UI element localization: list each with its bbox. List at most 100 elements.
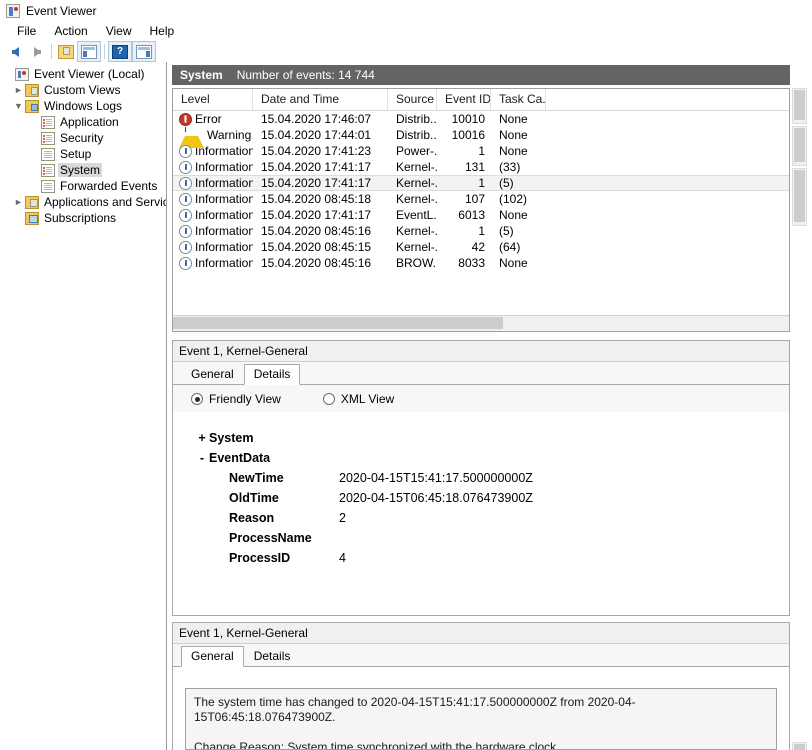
properties-button[interactable]	[77, 41, 101, 62]
menu-item-file[interactable]: File	[8, 22, 45, 40]
tree-item-custom-views[interactable]: ► Custom Views	[0, 82, 166, 98]
subscriptions-icon	[25, 212, 39, 225]
tree-item-event-viewer-local[interactable]: Event Viewer (Local)	[0, 66, 166, 82]
column-header-level[interactable]: Level	[173, 89, 253, 110]
log-plain-icon	[41, 180, 55, 193]
details-tab-strip: General Details	[173, 362, 789, 385]
tree-item-setup[interactable]: Setup	[0, 146, 166, 162]
table-row[interactable]: Information 15.04.2020 08:45:15 Kernel-.…	[173, 239, 789, 255]
scrollbar-thumb[interactable]	[173, 317, 503, 329]
cell-source: Power-...	[388, 144, 437, 158]
forward-button[interactable]	[26, 42, 48, 61]
menu-item-action[interactable]: Action	[45, 22, 96, 40]
scrollbar-thumb[interactable]	[794, 90, 805, 120]
view-mode-row: Friendly View XML View	[173, 385, 789, 414]
information-icon	[179, 177, 192, 190]
event-viewer-icon	[6, 4, 20, 18]
details-key: System	[209, 431, 253, 445]
friendly-view-radio[interactable]: Friendly View	[191, 392, 281, 406]
column-header-task-category[interactable]: Task Ca...	[491, 89, 546, 110]
tree-item-security[interactable]: Security	[0, 130, 166, 146]
main-split: Event Viewer (Local) ► Custom Views ▼ Wi…	[0, 62, 812, 750]
bottom-vertical-scrollbar[interactable]	[792, 742, 807, 750]
expand-toggle-icon[interactable]: +	[195, 431, 209, 445]
event-description-body: The system time has changed to 2020-04-1…	[173, 688, 789, 750]
list-vertical-scrollbar[interactable]	[792, 126, 807, 166]
xml-view-radio[interactable]: XML View	[323, 392, 394, 406]
tab-details[interactable]: Details	[244, 364, 301, 385]
tree-item-system[interactable]: System	[0, 162, 166, 178]
table-row[interactable]: Information 15.04.2020 17:41:17 Kernel-.…	[173, 175, 789, 191]
table-row[interactable]: Information 15.04.2020 17:41:23 Power-..…	[173, 143, 789, 159]
tree-item-forwarded-events[interactable]: Forwarded Events	[0, 178, 166, 194]
chevron-right-icon[interactable]: ►	[12, 196, 25, 209]
details-field-reason: Reason 2	[173, 508, 789, 528]
tree-item-subscriptions[interactable]: Subscriptions	[0, 210, 166, 226]
column-header-event-id[interactable]: Event ID	[437, 89, 491, 110]
menu-item-view[interactable]: View	[97, 22, 141, 40]
cell-level: Information	[195, 192, 253, 206]
event-list-horizontal-scrollbar[interactable]	[173, 315, 789, 331]
xml-view-label: XML View	[341, 392, 394, 406]
table-row[interactable]: Information 15.04.2020 17:41:17 Kernel-.…	[173, 159, 789, 175]
column-header-date-time[interactable]: Date and Time	[253, 89, 388, 110]
menu-bar: File Action View Help	[0, 21, 812, 41]
cell-task: (102)	[491, 192, 546, 206]
details-node-eventdata[interactable]: - EventData	[173, 448, 789, 468]
tab-general[interactable]: General	[181, 364, 244, 385]
cell-source: Kernel-...	[388, 224, 437, 238]
information-icon	[179, 161, 192, 174]
table-row[interactable]: Warning 15.04.2020 17:44:01 Distrib... 1…	[173, 127, 789, 143]
log-record-icon	[41, 164, 55, 177]
cell-task: None	[491, 128, 546, 142]
cell-task: None	[491, 208, 546, 222]
details-vertical-scrollbar[interactable]	[792, 88, 807, 124]
cell-event-id: 1	[437, 176, 491, 190]
arrow-right-icon	[34, 47, 41, 57]
tab-general[interactable]: General	[181, 646, 244, 667]
tab-details[interactable]: Details	[244, 646, 301, 667]
information-icon	[179, 225, 192, 238]
event-description-textbox[interactable]: The system time has changed to 2020-04-1…	[185, 688, 777, 750]
table-row[interactable]: Error 15.04.2020 17:46:07 Distrib... 100…	[173, 111, 789, 127]
cell-task: (33)	[491, 160, 546, 174]
scrollbar-thumb[interactable]	[794, 744, 805, 750]
cell-level: Information	[195, 240, 253, 254]
cell-event-id: 10016	[437, 128, 491, 142]
tree-item-applications-and-services-logs[interactable]: ► Applications and Services Lo	[0, 194, 166, 210]
tree-item-label: Custom Views	[42, 83, 122, 97]
pane-vertical-scrollbar[interactable]	[792, 168, 807, 226]
column-header-filler	[546, 89, 789, 110]
cell-task: (64)	[491, 240, 546, 254]
event-details-pane: Event 1, Kernel-General General Details …	[172, 340, 790, 616]
table-row[interactable]: Information 15.04.2020 08:45:16 Kernel-.…	[173, 223, 789, 239]
details-key: OldTime	[229, 491, 339, 505]
cell-event-id: 1	[437, 144, 491, 158]
details-node-system[interactable]: + System	[173, 428, 789, 448]
chevron-down-icon[interactable]: ▼	[12, 100, 25, 113]
table-row[interactable]: Information 15.04.2020 08:45:16 BROW... …	[173, 255, 789, 271]
tree-item-application[interactable]: Application	[0, 114, 166, 130]
scrollbar-thumb[interactable]	[794, 128, 805, 162]
information-icon	[179, 193, 192, 206]
show-hide-console-tree-button[interactable]	[55, 42, 77, 61]
event-list[interactable]: Level Date and Time Source Event ID Task…	[172, 88, 790, 332]
table-row[interactable]: Information 15.04.2020 08:45:18 Kernel-.…	[173, 191, 789, 207]
folder-open-icon	[58, 45, 74, 59]
table-row[interactable]: Information 15.04.2020 17:41:17 EventL..…	[173, 207, 789, 223]
show-hide-action-pane-button[interactable]	[132, 41, 156, 62]
log-record-icon	[41, 132, 55, 145]
help-icon: ?	[112, 45, 128, 59]
menu-item-help[interactable]: Help	[141, 22, 184, 40]
column-header-source[interactable]: Source	[388, 89, 437, 110]
information-icon	[179, 257, 192, 270]
collapse-toggle-icon[interactable]: -	[195, 451, 209, 465]
toolbar-separator-1	[51, 44, 52, 59]
tree-item-windows-logs[interactable]: ▼ Windows Logs	[0, 98, 166, 114]
scrollbar-thumb[interactable]	[794, 170, 805, 222]
chevron-right-icon[interactable]: ►	[12, 84, 25, 97]
back-button[interactable]	[4, 42, 26, 61]
details-value: 2020-04-15T06:45:18.076473900Z	[339, 491, 533, 505]
help-button[interactable]: ?	[108, 41, 132, 62]
details-pane-title: Event 1, Kernel-General	[173, 341, 789, 362]
